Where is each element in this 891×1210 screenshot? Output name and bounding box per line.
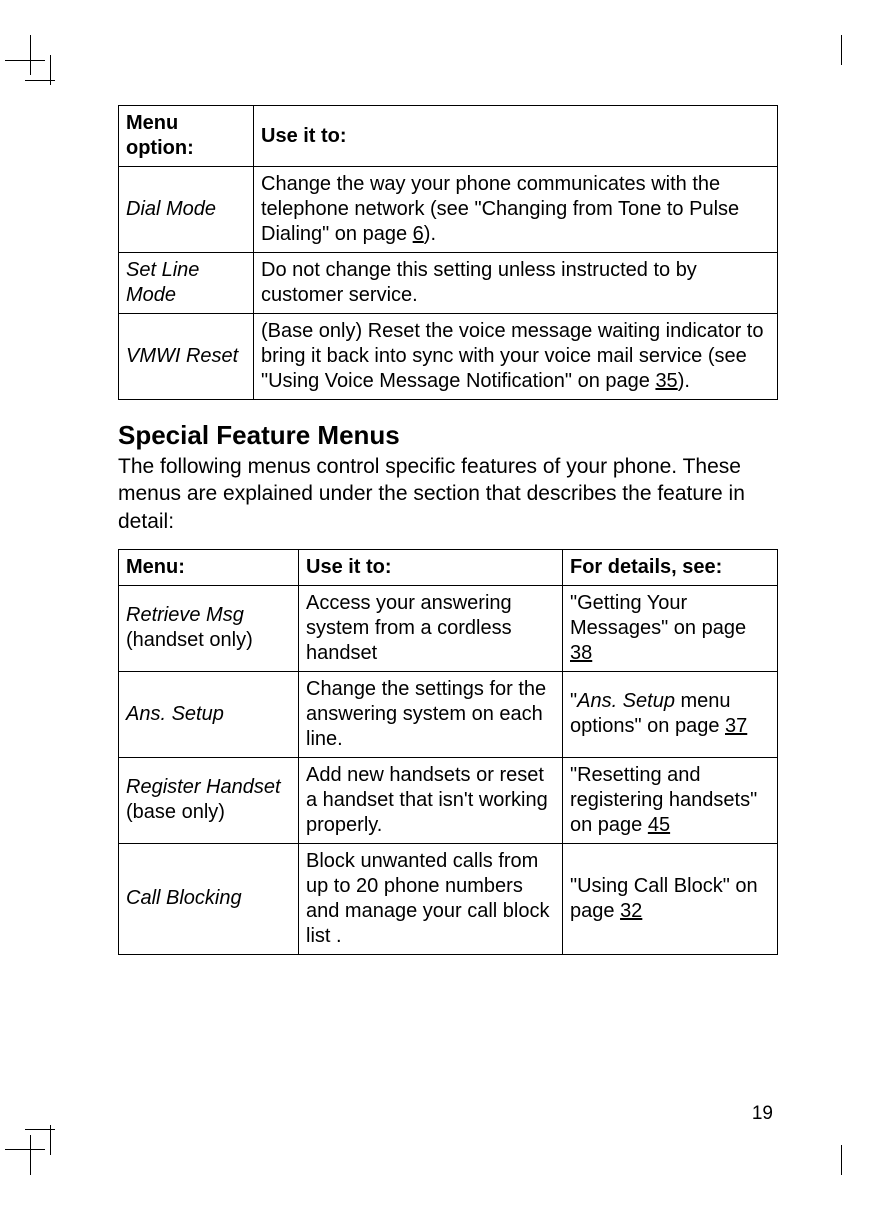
menu-use-cell: Access your answering system from a cord…	[299, 585, 563, 671]
table-header-cell: For details, see:	[563, 549, 778, 585]
crop-mark-br	[841, 1125, 891, 1175]
menu-see-cell: "Resetting and registering handsets" on …	[563, 757, 778, 843]
page-content: Menu option: Use it to: Dial Mode Change…	[118, 105, 778, 975]
crop-mark-bl	[5, 1125, 55, 1175]
table-header-cell: Use it to:	[299, 549, 563, 585]
crop-mark-tr	[841, 35, 891, 85]
menu-option-desc: Change the way your phone communicates w…	[254, 167, 778, 253]
menu-use-cell: Add new handsets or reset a handset that…	[299, 757, 563, 843]
section-heading: Special Feature Menus	[118, 420, 778, 451]
table-special-features: Menu: Use it to: For details, see: Retri…	[118, 549, 778, 955]
crop-mark-tl	[5, 35, 55, 85]
table-header-cell: Menu option:	[119, 106, 254, 167]
menu-name-cell: Ans. Setup	[119, 671, 299, 757]
menu-name-cell: Register Handset (base only)	[119, 757, 299, 843]
menu-see-cell: "Getting Your Messages" on page 38	[563, 585, 778, 671]
table-row: VMWI Reset (Base only) Reset the voice m…	[119, 314, 778, 400]
page-number: 19	[752, 1103, 773, 1125]
table-header-row: Menu option: Use it to:	[119, 106, 778, 167]
menu-name-cell: Retrieve Msg (handset only)	[119, 585, 299, 671]
menu-use-cell: Block unwanted calls from up to 20 phone…	[299, 843, 563, 954]
menu-use-cell: Change the settings for the answering sy…	[299, 671, 563, 757]
menu-option-name: Dial Mode	[126, 198, 216, 220]
menu-see-cell: "Using Call Block" on page 32	[563, 843, 778, 954]
table-row: Ans. Setup Change the settings for the a…	[119, 671, 778, 757]
table-menu-options: Menu option: Use it to: Dial Mode Change…	[118, 105, 778, 400]
menu-option-desc: (Base only) Reset the voice message wait…	[254, 314, 778, 400]
table-row: Set Line Mode Do not change this setting…	[119, 253, 778, 314]
menu-option-desc: Do not change this setting unless instru…	[254, 253, 778, 314]
menu-name-cell: Call Blocking	[119, 843, 299, 954]
section-intro: The following menus control specific fea…	[118, 453, 778, 535]
table-header-cell: Menu:	[119, 549, 299, 585]
menu-option-name: VMWI Reset	[126, 345, 238, 367]
table-header-cell: Use it to:	[254, 106, 778, 167]
table-row: Call Blocking Block unwanted calls from …	[119, 843, 778, 954]
menu-option-name: Set Line Mode	[126, 259, 199, 306]
table-row: Register Handset (base only) Add new han…	[119, 757, 778, 843]
table-row: Dial Mode Change the way your phone comm…	[119, 167, 778, 253]
table-header-row: Menu: Use it to: For details, see:	[119, 549, 778, 585]
menu-see-cell: "Ans. Setup menu options" on page 37	[563, 671, 778, 757]
table-row: Retrieve Msg (handset only) Access your …	[119, 585, 778, 671]
